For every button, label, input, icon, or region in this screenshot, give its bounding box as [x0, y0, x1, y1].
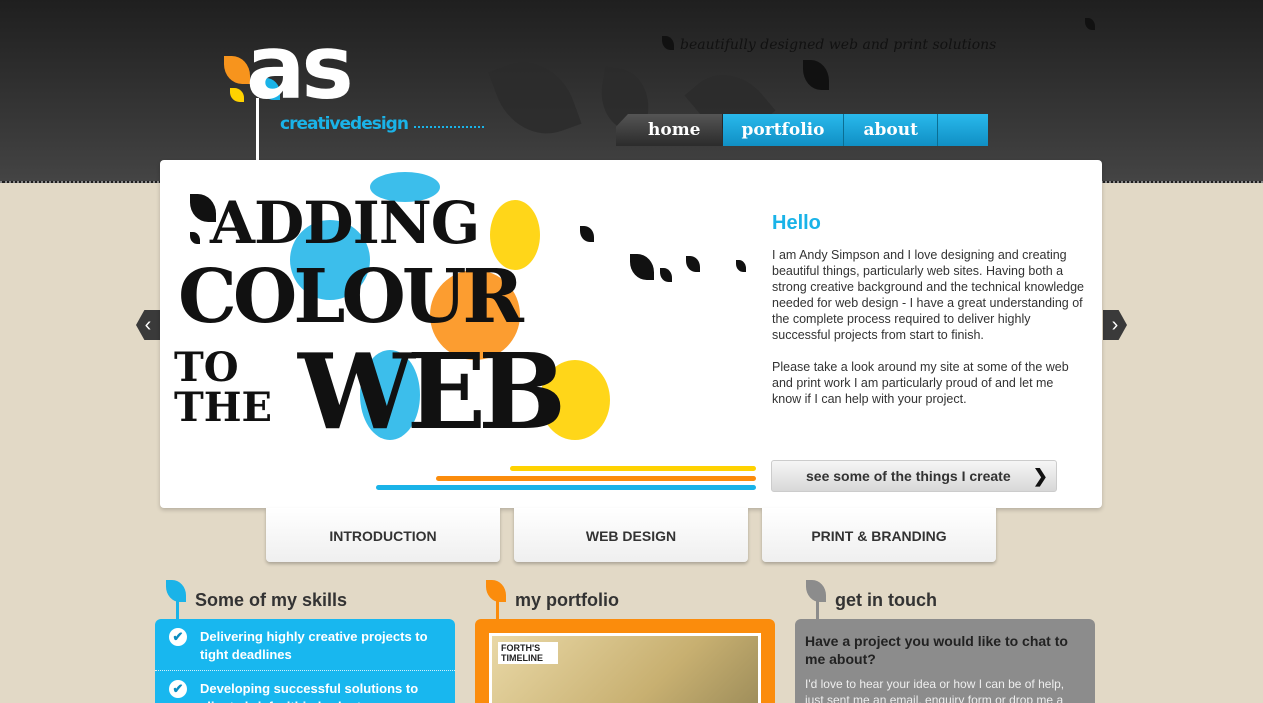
contact-heading: Have a project you would like to chat to… [805, 633, 1068, 667]
cta-button[interactable]: see some of the things I create ❯ [771, 460, 1057, 492]
leaf-icon [686, 256, 700, 272]
contact-title: get in touch [835, 590, 937, 610]
logo-subtitle: creativedesign [280, 114, 409, 134]
portfolio-panel: FORTH'S TIMELINE [475, 619, 775, 703]
orange-leaf-icon [486, 580, 506, 602]
site-logo[interactable]: as creativedesign [220, 24, 484, 163]
slider-prev-button[interactable]: ‹ [136, 310, 160, 340]
nav-portfolio[interactable]: portfolio [722, 114, 845, 146]
headline-colour: COLOUR [178, 254, 524, 340]
tab-web-design[interactable]: WEB DESIGN [514, 508, 748, 562]
check-icon: ✔ [169, 680, 187, 698]
skill-text: Developing successful solutions to clien… [200, 681, 419, 703]
intro-paragraph-1: I am Andy Simpson and I love designing a… [772, 248, 1085, 342]
leaf-icon [736, 260, 746, 272]
yellow-leaf-icon [230, 88, 244, 102]
stripe-blue [376, 485, 756, 490]
nav-end-cap [937, 114, 988, 146]
leaf-icon [580, 226, 594, 242]
bg-leaf-icon [488, 48, 582, 148]
hero-slide: ADDING COLOUR TO THE WEB Hello I am Andy… [160, 160, 1102, 508]
intro-paragraph-2: Please take a look around my site at som… [772, 360, 1069, 406]
headline-the: THE [174, 384, 273, 431]
cta-label: see some of the things I create [806, 468, 1011, 484]
skill-item: ✔ Delivering highly creative projects to… [155, 619, 455, 671]
logo-text: as [246, 16, 354, 119]
portfolio-title: my portfolio [515, 590, 619, 610]
chevron-right-icon: ❯ [1032, 466, 1048, 486]
leaf-icon [660, 268, 672, 282]
tagline: beautifully designed web and print solut… [680, 37, 997, 53]
nav-home[interactable]: home [616, 114, 723, 146]
tab-print-branding[interactable]: PRINT & BRANDING [762, 508, 996, 562]
hello-title: Hello [772, 212, 821, 234]
skill-item: ✔ Developing successful solutions to cli… [155, 671, 455, 703]
nav-about[interactable]: about [844, 114, 938, 146]
contact-panel: Have a project you would like to chat to… [795, 619, 1095, 703]
leaf-icon [630, 254, 654, 280]
leaf-icon [190, 232, 200, 244]
skills-title: Some of my skills [195, 590, 348, 610]
contact-text: I'd love to hear your idea or how I can … [805, 677, 1065, 703]
stripe-yellow [510, 466, 756, 471]
headline-to: TO [174, 344, 239, 391]
blue-leaf-icon [166, 580, 186, 602]
stripe-orange [436, 476, 756, 481]
skill-text: Delivering highly creative projects to t… [200, 629, 428, 662]
portfolio-thumbnail[interactable]: FORTH'S TIMELINE [489, 633, 761, 703]
header-band [0, 0, 1263, 183]
thumbnail-title: FORTH'S TIMELINE [498, 642, 558, 664]
main-nav: home portfolio about [616, 114, 988, 146]
headline-adding: ADDING [210, 189, 480, 257]
grey-leaf-icon [806, 580, 826, 602]
slider-next-button[interactable]: › [1103, 310, 1127, 340]
intro-text: I am Andy Simpson and I love designing a… [772, 247, 1084, 407]
tab-introduction[interactable]: INTRODUCTION [266, 508, 500, 562]
check-icon: ✔ [169, 628, 187, 646]
logo-dotted-line [414, 126, 484, 130]
headline-web: WEB [298, 330, 566, 453]
skills-panel: ✔ Delivering highly creative projects to… [155, 619, 455, 703]
